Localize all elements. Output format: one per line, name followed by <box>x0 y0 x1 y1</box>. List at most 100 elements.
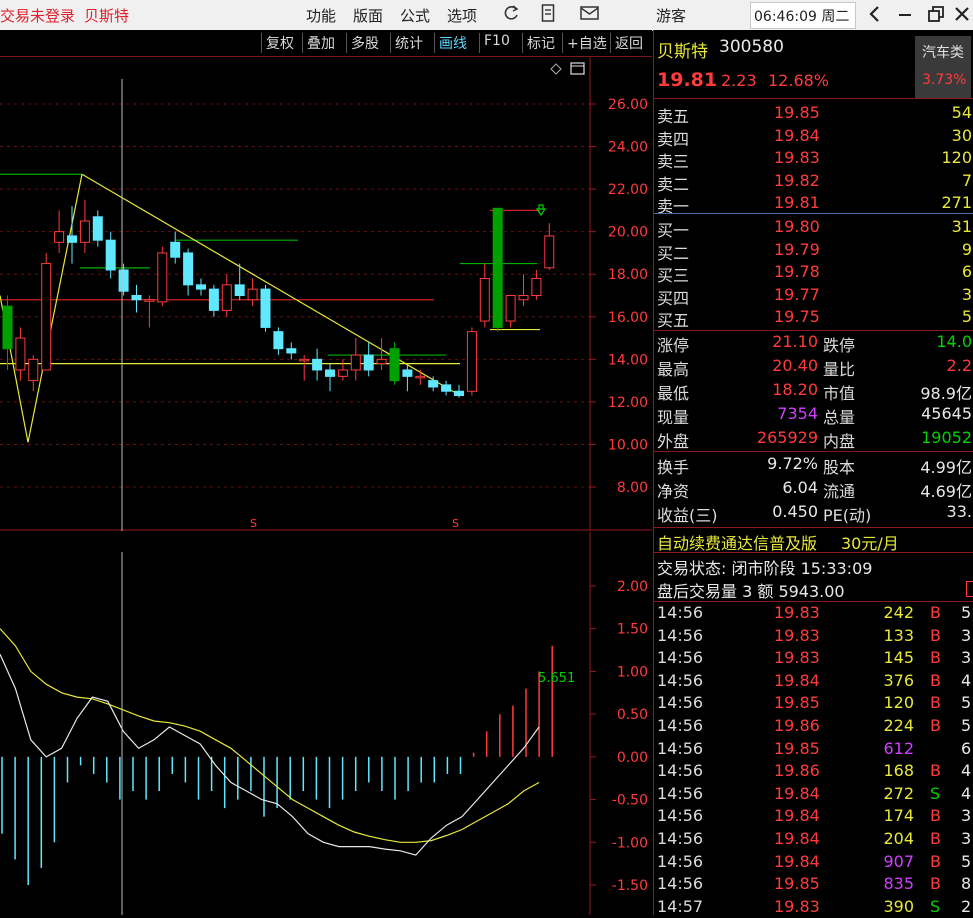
macd-tick-label: -1.50 <box>612 878 648 894</box>
tick-volume: 612 <box>883 738 914 758</box>
stat-value: 20.40 <box>772 356 818 375</box>
menu-options[interactable]: 选项 <box>447 5 477 26</box>
bid-volume: 6 <box>961 262 972 282</box>
tick-row[interactable]: 14:56 19.83 242 B 5 <box>654 602 973 624</box>
statistics-button[interactable]: 统计 <box>390 33 427 53</box>
stat-value: 4.69亿 <box>920 482 972 501</box>
tick-row[interactable]: 14:56 19.84 907 B 5 <box>654 851 973 873</box>
bid-price: 19.75 <box>774 307 820 327</box>
macd-tick-label: 0.00 <box>617 750 648 766</box>
login-status[interactable]: 交易未登录 <box>0 5 75 26</box>
tick-time: 14:56 <box>657 851 704 871</box>
macd-tick-label: 1.50 <box>617 622 648 638</box>
tick-row[interactable]: 14:56 19.84 204 B 3 <box>654 828 973 850</box>
tick-row[interactable]: 14:56 19.86 224 B 5 <box>654 715 973 737</box>
stat-value: 98.9亿 <box>920 384 972 403</box>
price-tick-label: 18.00 <box>608 267 648 283</box>
tick-count: 8 <box>961 874 972 894</box>
tick-row[interactable]: 14:56 19.85 120 B 5 <box>654 692 973 714</box>
menu-formula[interactable]: 公式 <box>400 5 430 26</box>
ask-row[interactable]: 卖三 19.83 120 <box>654 147 973 171</box>
bid-row[interactable]: 买二 19.79 9 <box>654 239 973 263</box>
menu-layout[interactable]: 版面 <box>353 5 383 26</box>
promo-price[interactable]: 30元/月 <box>841 530 899 554</box>
tick-time: 14:56 <box>657 603 704 622</box>
multi-stock-button[interactable]: 多股 <box>346 33 383 53</box>
stat-label: 内盘 <box>823 432 856 451</box>
back-icon[interactable] <box>868 4 882 28</box>
last-price: 19.81 <box>657 69 718 91</box>
restore-rights-button[interactable]: 复权 <box>261 33 298 53</box>
ask-row[interactable]: 卖二 19.82 7 <box>654 170 973 194</box>
bid-volume: 3 <box>961 284 972 304</box>
tick-row[interactable]: 14:56 19.86 168 B 4 <box>654 760 973 782</box>
ask-row[interactable]: 卖四 19.84 30 <box>654 125 973 149</box>
ask-volume: 30 <box>951 125 972 145</box>
tick-side: S <box>930 783 941 803</box>
tick-row[interactable]: 14:56 19.84 174 B 3 <box>654 805 973 827</box>
tick-time: 14:56 <box>657 693 704 713</box>
add-watchlist-button[interactable]: +自选 <box>562 33 611 53</box>
candlestick-chart[interactable]: 26.00 24.00 22.00 20.00 18.00 16.00 14.00 12.00… <box>0 57 652 531</box>
tick-price: 19.83 <box>774 896 820 916</box>
calculator-icon[interactable] <box>541 3 555 27</box>
bid-price: 19.79 <box>774 239 820 259</box>
stat-label: PE(动) <box>823 506 872 525</box>
draw-line-button[interactable]: 画线 <box>434 33 471 53</box>
tick-row[interactable]: 14:56 19.85 835 B 8 <box>654 873 973 895</box>
chart-toolbar: 复权 叠加 多股 统计 画线 F10 标记 +自选 返回 <box>0 30 652 57</box>
bid-row[interactable]: 买一 19.80 31 <box>654 216 973 240</box>
tick-row[interactable]: 14:56 19.83 145 B 3 <box>654 647 973 669</box>
bid-volume: 5 <box>961 307 972 327</box>
ask-volume: 271 <box>941 193 972 213</box>
overlay-button[interactable]: 叠加 <box>302 33 339 53</box>
stat-value: 45645 <box>921 404 972 423</box>
return-button[interactable]: 返回 <box>610 33 647 53</box>
tick-row[interactable]: 14:56 19.85 612 6 <box>654 738 973 760</box>
tick-side: B <box>930 648 941 668</box>
stat-value: 2.2 <box>946 356 972 375</box>
tick-row[interactable]: 14:56 19.84 376 B 4 <box>654 670 973 692</box>
mark-button[interactable]: 标记 <box>522 33 559 53</box>
macd-chart[interactable]: 2.00 1.50 1.00 0.50 0.00 -0.50 -1.00 -1.50 5.65… <box>0 532 652 915</box>
bid-row[interactable]: 买四 19.77 3 <box>654 284 973 308</box>
tick-row[interactable]: 14:56 19.83 133 B 3 <box>654 625 973 647</box>
tick-volume: 376 <box>883 670 914 690</box>
stat-label: 最低 <box>657 384 690 403</box>
tick-count: 6 <box>961 738 972 758</box>
tick-time: 14:56 <box>657 829 704 848</box>
tick-time: 14:57 <box>657 896 704 916</box>
refresh-icon[interactable] <box>502 3 520 27</box>
minimize-icon[interactable] <box>897 4 913 28</box>
tick-volume: 174 <box>883 806 914 826</box>
bid-volume: 9 <box>961 239 972 259</box>
bid-row[interactable]: 买五 19.75 5 <box>654 306 973 330</box>
tick-row[interactable]: 14:56 19.84 272 S 4 <box>654 783 973 805</box>
price-tick-label: 14.00 <box>608 352 648 368</box>
tick-price: 19.83 <box>774 625 820 645</box>
stat-value: 4.99亿 <box>920 458 972 477</box>
tick-volume: 145 <box>883 648 914 668</box>
tick-row[interactable]: 14:57 19.83 390 S 2 <box>654 896 973 918</box>
stat-label: 流通 <box>823 482 856 501</box>
ask-price: 19.83 <box>774 148 820 168</box>
f10-button[interactable]: F10 <box>479 33 514 53</box>
promo-text[interactable]: 自动续费通达信普及版 <box>657 530 817 554</box>
tick-count: 5 <box>961 716 972 735</box>
restore-icon[interactable] <box>927 4 945 28</box>
close-icon[interactable] <box>953 4 971 28</box>
ask-row[interactable]: 卖一 19.81 271 <box>654 192 973 216</box>
macd-tick-label: 2.00 <box>617 579 648 595</box>
tick-price: 19.83 <box>774 648 820 668</box>
ask-row[interactable]: 卖五 19.85 54 <box>654 102 973 126</box>
menu-function[interactable]: 功能 <box>306 5 336 26</box>
user-label[interactable]: 游客 <box>656 5 686 26</box>
tick-volume: 907 <box>883 851 914 871</box>
stat-row: 最高 20.40 量比 2.2 <box>654 355 973 379</box>
stat-value: 14.0 <box>936 332 972 351</box>
after-hours: 盘后交易量 3 额 5943.00 <box>654 577 973 601</box>
promo-row[interactable]: 自动续费通达信普及版 30元/月 <box>654 529 973 554</box>
message-icon[interactable] <box>579 4 601 26</box>
price-change: 2.23 <box>721 71 757 90</box>
bid-row[interactable]: 买三 19.78 6 <box>654 261 973 285</box>
